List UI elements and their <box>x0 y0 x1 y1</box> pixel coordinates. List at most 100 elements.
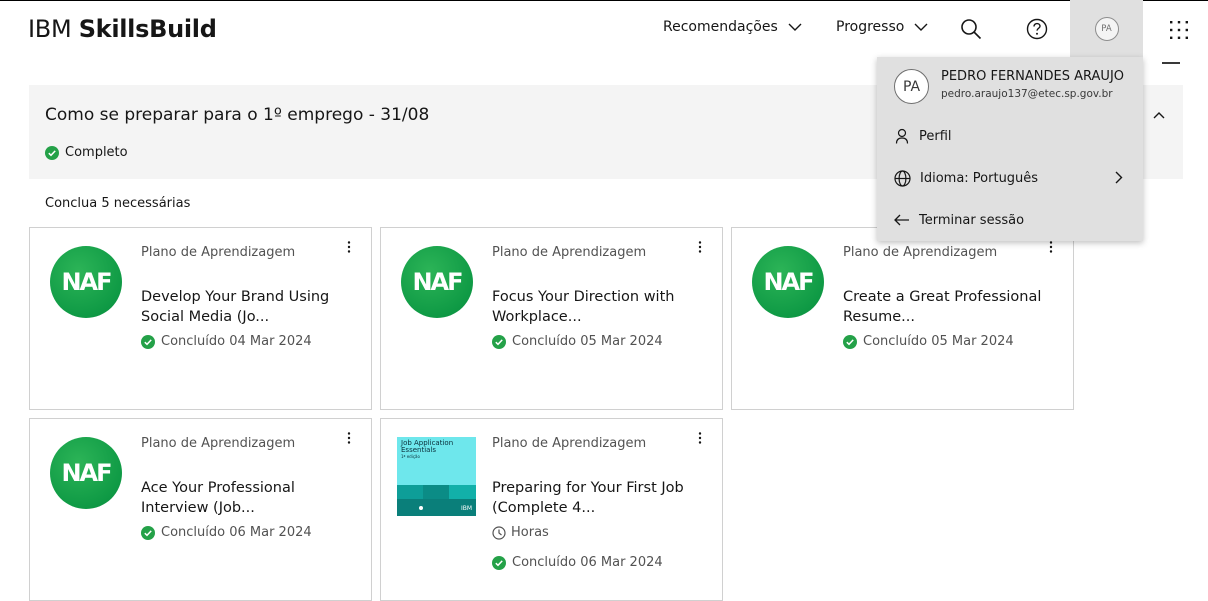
card-status-label: Concluído 06 Mar 2024 <box>512 555 663 570</box>
overflow-menu-icon <box>698 432 702 444</box>
chevron-right-icon <box>1115 171 1123 184</box>
card-status-label: Concluído 06 Mar 2024 <box>161 525 312 540</box>
card-status: Concluído 05 Mar 2024 <box>492 334 663 349</box>
naf-logo-text: NAF <box>61 459 112 487</box>
naf-logo: NAF <box>401 246 473 318</box>
card-status: Concluído 04 Mar 2024 <box>141 334 312 349</box>
card-title[interactable]: Ace Your Professional Interview (Job... <box>141 478 341 518</box>
user-icon <box>895 128 909 144</box>
collapse-button[interactable] <box>1147 103 1171 127</box>
card-overflow-menu[interactable] <box>1043 239 1059 255</box>
menu-item-profile-label: Perfil <box>919 128 952 144</box>
course-thumbnail: Job Application Essentials 1ª edição IBM <box>397 437 476 516</box>
check-circle-icon <box>492 555 506 570</box>
card-title[interactable]: Focus Your Direction with Workplace... <box>492 287 692 327</box>
menu-item-logout[interactable]: Terminar sessão <box>877 201 1143 239</box>
nav-progress[interactable]: Progresso <box>836 19 928 35</box>
section-status-label: Completo <box>65 145 128 160</box>
card-overflow-menu[interactable] <box>692 430 708 446</box>
overflow-menu-icon <box>1049 241 1053 253</box>
thumbnail-block <box>397 485 423 499</box>
naf-logo: NAF <box>50 437 122 509</box>
globe-icon <box>894 169 911 187</box>
naf-logo-text: NAF <box>763 268 814 296</box>
learning-card[interactable]: NAF Plano de Aprendizagem Create a Great… <box>731 227 1074 410</box>
thumbnail-subtitle: 1ª edição <box>401 454 420 459</box>
card-type: Plano de Aprendizagem <box>492 436 647 451</box>
user-email: pedro.araujo137@etec.sp.gov.br <box>941 88 1113 100</box>
card-type: Plano de Aprendizagem <box>141 245 296 260</box>
check-circle-icon <box>492 334 506 349</box>
menu-item-profile[interactable]: Perfil <box>877 117 1143 155</box>
card-status: Concluído 05 Mar 2024 <box>843 334 1014 349</box>
card-type: Plano de Aprendizagem <box>843 245 998 260</box>
card-status-label: Concluído 05 Mar 2024 <box>512 334 663 349</box>
user-profile-dropdown: PA PEDRO FERNANDES ARAUJO pedro.araujo13… <box>877 57 1143 241</box>
card-overflow-menu[interactable] <box>341 239 357 255</box>
card-status-label: Concluído 05 Mar 2024 <box>863 334 1014 349</box>
card-overflow-menu[interactable] <box>692 239 708 255</box>
card-duration-label: Horas <box>511 525 549 540</box>
clock-icon <box>492 525 506 540</box>
naf-logo-text: NAF <box>61 268 112 296</box>
check-circle-icon <box>843 334 857 349</box>
card-title[interactable]: Preparing for Your First Job (Complete 4… <box>492 478 692 518</box>
thumbnail-block <box>449 485 476 499</box>
nav-progress-label: Progresso <box>836 19 905 35</box>
required-count-text: Conclua 5 necessárias <box>45 196 191 211</box>
check-circle-icon <box>141 334 155 349</box>
menu-item-language-label: Idioma: Português <box>920 170 1039 186</box>
avatar: PA <box>894 69 929 104</box>
nav-recommendations-label: Recomendações <box>663 19 778 35</box>
thumbnail-title: Job Application Essentials <box>401 439 454 454</box>
card-status: Concluído 06 Mar 2024 <box>492 555 663 570</box>
card-type: Plano de Aprendizagem <box>141 436 296 451</box>
learning-card[interactable]: NAF Plano de Aprendizagem Ace Your Profe… <box>29 418 372 601</box>
thumbnail-block <box>423 485 449 499</box>
menu-item-language[interactable]: Idioma: Português <box>877 159 1143 197</box>
chevron-down-icon <box>788 23 802 31</box>
learning-card[interactable]: NAF Plano de Aprendizagem Develop Your B… <box>29 227 372 410</box>
card-type: Plano de Aprendizagem <box>492 245 647 260</box>
search-icon <box>961 19 982 40</box>
help-icon <box>1026 18 1048 40</box>
thumbnail-dot <box>419 506 423 510</box>
card-title[interactable]: Create a Great Professional Resume... <box>843 287 1043 327</box>
app-switcher-button[interactable] <box>1165 16 1193 44</box>
avatar: PA <box>1094 17 1119 41</box>
learning-card[interactable]: NAF Plano de Aprendizagem Focus Your Dir… <box>380 227 723 410</box>
check-circle-icon <box>141 525 155 540</box>
overflow-menu-icon <box>698 241 702 253</box>
user-avatar-button[interactable]: PA <box>1070 0 1143 58</box>
check-circle-icon <box>45 145 59 160</box>
search-button[interactable] <box>955 13 987 45</box>
brand-light: IBM <box>28 15 79 43</box>
learning-card[interactable]: Job Application Essentials 1ª edição IBM… <box>380 418 723 601</box>
header-top-border <box>0 0 1208 1</box>
brand-logo[interactable]: IBM SkillsBuild <box>28 15 217 43</box>
menu-item-logout-label: Terminar sessão <box>919 212 1025 228</box>
overflow-menu-icon <box>347 432 351 444</box>
user-name: PEDRO FERNANDES ARAUJO <box>941 69 1125 84</box>
chevron-up-icon <box>1153 112 1165 119</box>
arrow-left-icon <box>894 214 909 226</box>
card-overflow-menu[interactable] <box>341 430 357 446</box>
section-title: Como se preparar para o 1º emprego - 31/… <box>45 105 430 125</box>
side-divider <box>1162 62 1180 64</box>
naf-logo: NAF <box>50 246 122 318</box>
top-header: IBM SkillsBuild Recomendações Progresso … <box>0 0 1208 58</box>
card-title[interactable]: Develop Your Brand Using Social Media (J… <box>141 287 341 327</box>
card-duration: Horas <box>492 525 549 540</box>
naf-logo-text: NAF <box>412 268 463 296</box>
grid-icon <box>1170 21 1188 39</box>
overflow-menu-icon <box>347 241 351 253</box>
chevron-down-icon <box>914 23 928 31</box>
section-status: Completo <box>45 145 128 160</box>
naf-logo: NAF <box>752 246 824 318</box>
thumbnail-band: IBM <box>397 485 476 516</box>
card-status: Concluído 06 Mar 2024 <box>141 525 312 540</box>
help-button[interactable] <box>1021 13 1053 45</box>
nav-recommendations[interactable]: Recomendações <box>663 19 802 35</box>
card-status-label: Concluído 04 Mar 2024 <box>161 334 312 349</box>
brand-bold: SkillsBuild <box>78 15 217 43</box>
